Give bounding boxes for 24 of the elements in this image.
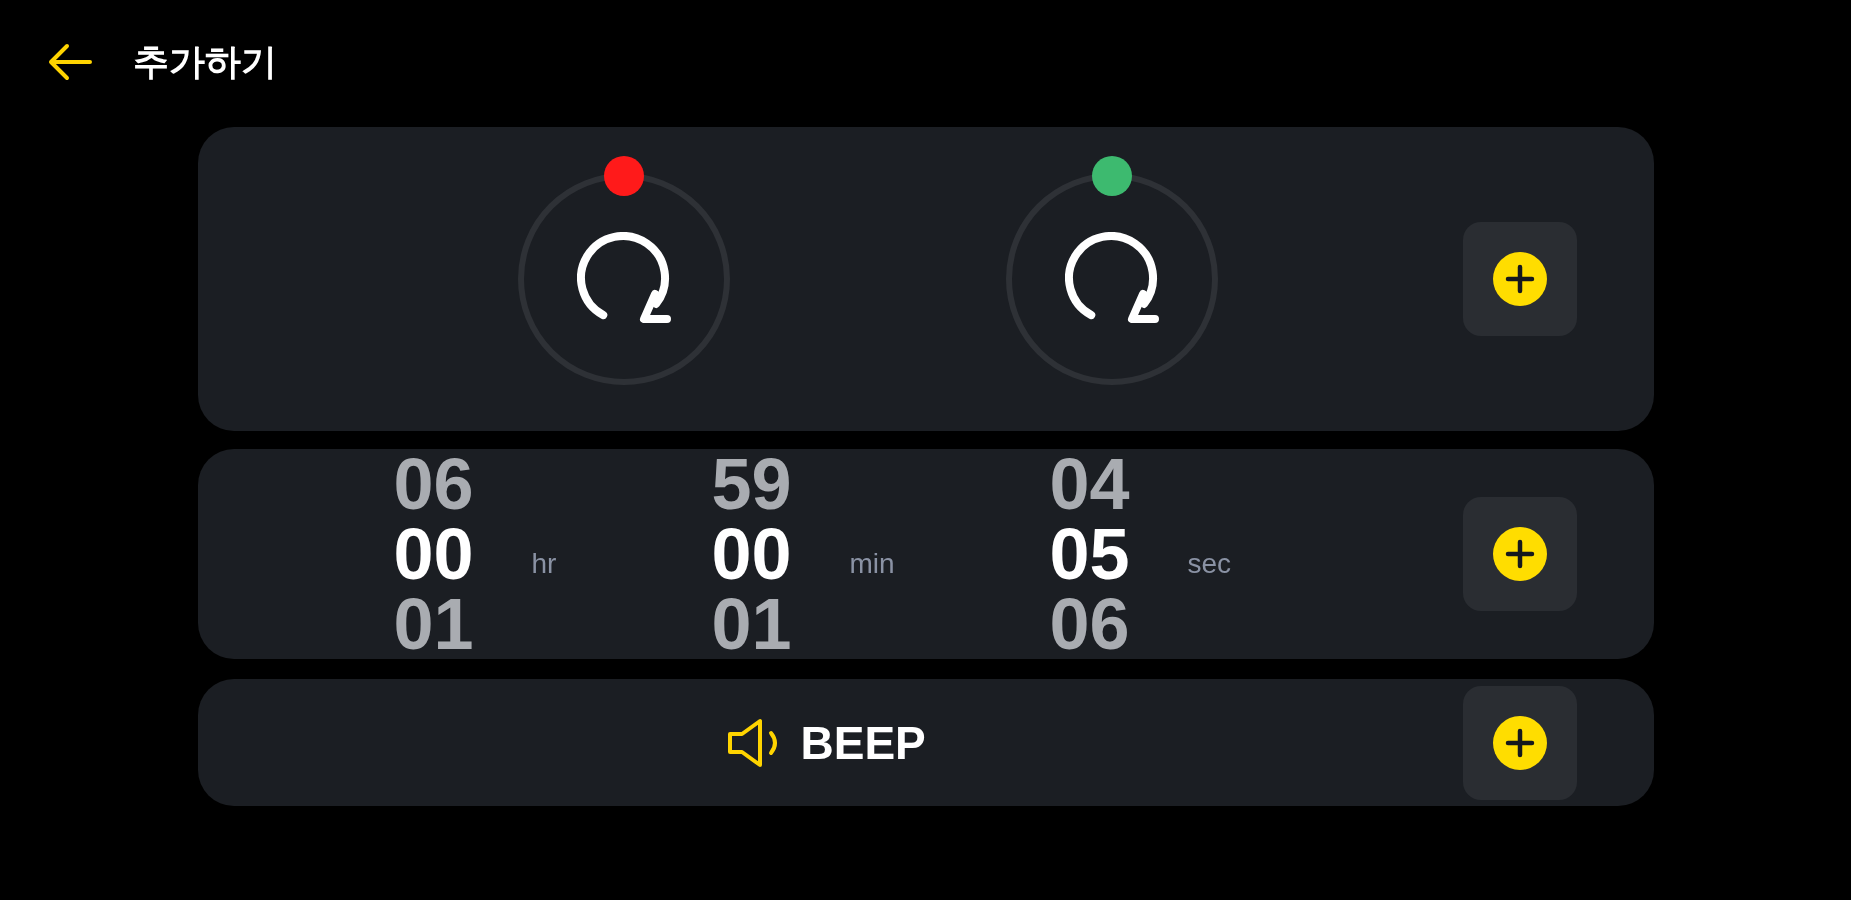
wheel-value[interactable]: 04 <box>1049 449 1138 519</box>
wheel-value[interactable]: 06 <box>1049 589 1138 659</box>
unit-label: hr <box>531 547 557 581</box>
page-title: 추가하기 <box>133 44 277 80</box>
back-arrow-icon <box>47 43 93 81</box>
add-button[interactable] <box>1462 222 1577 336</box>
sound-label: BEEP <box>800 719 926 766</box>
wheel-value[interactable]: 01 <box>393 589 482 659</box>
plus-icon <box>1492 527 1547 581</box>
wheel-value[interactable]: 00 <box>711 519 800 589</box>
unit-label: sec <box>1187 547 1232 581</box>
wheel-value[interactable]: 01 <box>711 589 800 659</box>
plus-icon <box>1492 715 1547 770</box>
refresh-icon <box>1064 232 1159 326</box>
wheel-value[interactable]: 06 <box>393 449 482 519</box>
wheel-value[interactable]: 59 <box>711 449 800 519</box>
back-button[interactable] <box>47 43 93 81</box>
add-button[interactable] <box>1462 497 1577 611</box>
add-button[interactable] <box>1462 685 1577 800</box>
plus-icon <box>1492 252 1547 306</box>
unit-label: min <box>849 547 895 581</box>
wheel-value[interactable]: 05 <box>1049 519 1138 589</box>
refresh-icon <box>576 232 671 326</box>
wheel-value[interactable]: 00 <box>393 519 482 589</box>
